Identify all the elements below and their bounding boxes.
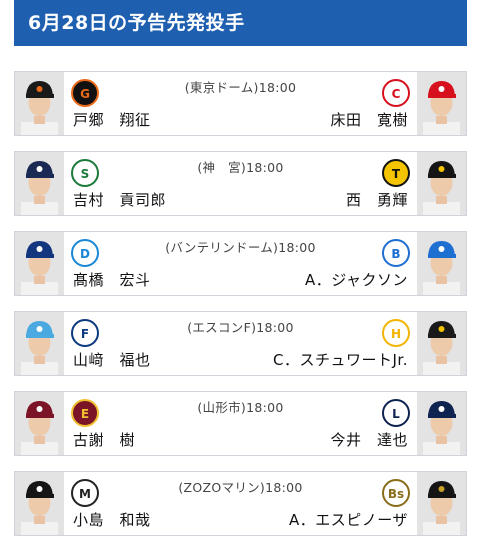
- game-row[interactable]: D (バンテリンドーム)18:00 髙橋 宏斗 A．ジャクソン B: [14, 231, 467, 296]
- home-pitcher-name[interactable]: 髙橋 宏斗: [73, 269, 151, 290]
- game-time: 18:00: [258, 80, 297, 95]
- away-pitcher-photo: [417, 312, 466, 375]
- page-title: 6月28日の予告先発投手: [14, 0, 467, 46]
- away-pitcher-photo: [417, 152, 466, 215]
- venue-label: (エスコンF): [187, 320, 257, 335]
- home-pitcher-name[interactable]: 吉村 貢司郎: [73, 189, 166, 210]
- baystars-logo: B: [381, 238, 411, 268]
- svg-text:C: C: [392, 87, 401, 101]
- home-pitcher-name[interactable]: 山﨑 福也: [73, 349, 151, 370]
- away-pitcher-photo: [417, 392, 466, 455]
- home-pitcher-name[interactable]: 古謝 樹: [73, 429, 135, 450]
- venue-label: (東京ドーム): [184, 80, 259, 95]
- home-pitcher-name[interactable]: 小島 和哉: [73, 509, 151, 530]
- away-pitcher-photo: [417, 232, 466, 295]
- svg-text:L: L: [392, 407, 400, 421]
- game-time: 18:00: [278, 240, 316, 255]
- away-pitcher-name[interactable]: 今井 達也: [330, 429, 408, 450]
- away-pitcher-name[interactable]: 西 勇輝: [346, 189, 408, 210]
- game-row[interactable]: E (山形市)18:00 古謝 樹今井 達也 L: [14, 391, 467, 456]
- game-row[interactable]: F (エスコンF)18:00 山﨑 福也 C．スチュワートJr. H: [14, 311, 467, 376]
- away-pitcher-name[interactable]: A．エスピノーザ: [289, 509, 408, 530]
- away-pitcher-photo: [417, 472, 466, 535]
- svg-text:B: B: [391, 247, 400, 261]
- lions-logo: L: [381, 398, 411, 428]
- venue-label: (山形市): [197, 400, 247, 415]
- venue-label: (神 宮): [197, 160, 247, 175]
- away-pitcher-name[interactable]: C．スチュワートJr.: [273, 349, 408, 370]
- away-pitcher-name[interactable]: A．ジャクソン: [305, 269, 408, 290]
- game-time: 18:00: [256, 320, 294, 335]
- game-row[interactable]: G (東京ドーム)18:00 戸郷 翔征 床田 寛樹 C: [14, 71, 467, 136]
- home-pitcher-name[interactable]: 戸郷 翔征: [73, 109, 151, 130]
- away-pitcher-name[interactable]: 床田 寛樹: [330, 109, 408, 130]
- carp-logo: C: [381, 78, 411, 108]
- venue-label: (ZOZOマリン): [178, 480, 266, 495]
- svg-text:H: H: [391, 327, 401, 341]
- hawks-logo: H: [381, 318, 411, 348]
- venue-label: (バンテリンドーム): [165, 240, 279, 255]
- game-time: 18:00: [246, 160, 284, 175]
- game-row[interactable]: M (ZOZOマリン)18:00 小島 和哉 A．エスピノーザ Bs: [14, 471, 467, 536]
- tigers-logo: T: [381, 158, 411, 188]
- away-pitcher-photo: [417, 72, 466, 135]
- game-time: 18:00: [246, 400, 284, 415]
- game-row[interactable]: S (神 宮)18:00 吉村 貢司郎西 勇輝 T: [14, 151, 467, 216]
- svg-text:T: T: [392, 167, 401, 181]
- svg-text:Bs: Bs: [388, 487, 404, 501]
- game-time: 18:00: [265, 480, 303, 495]
- buffaloes-logo: Bs: [381, 478, 411, 508]
